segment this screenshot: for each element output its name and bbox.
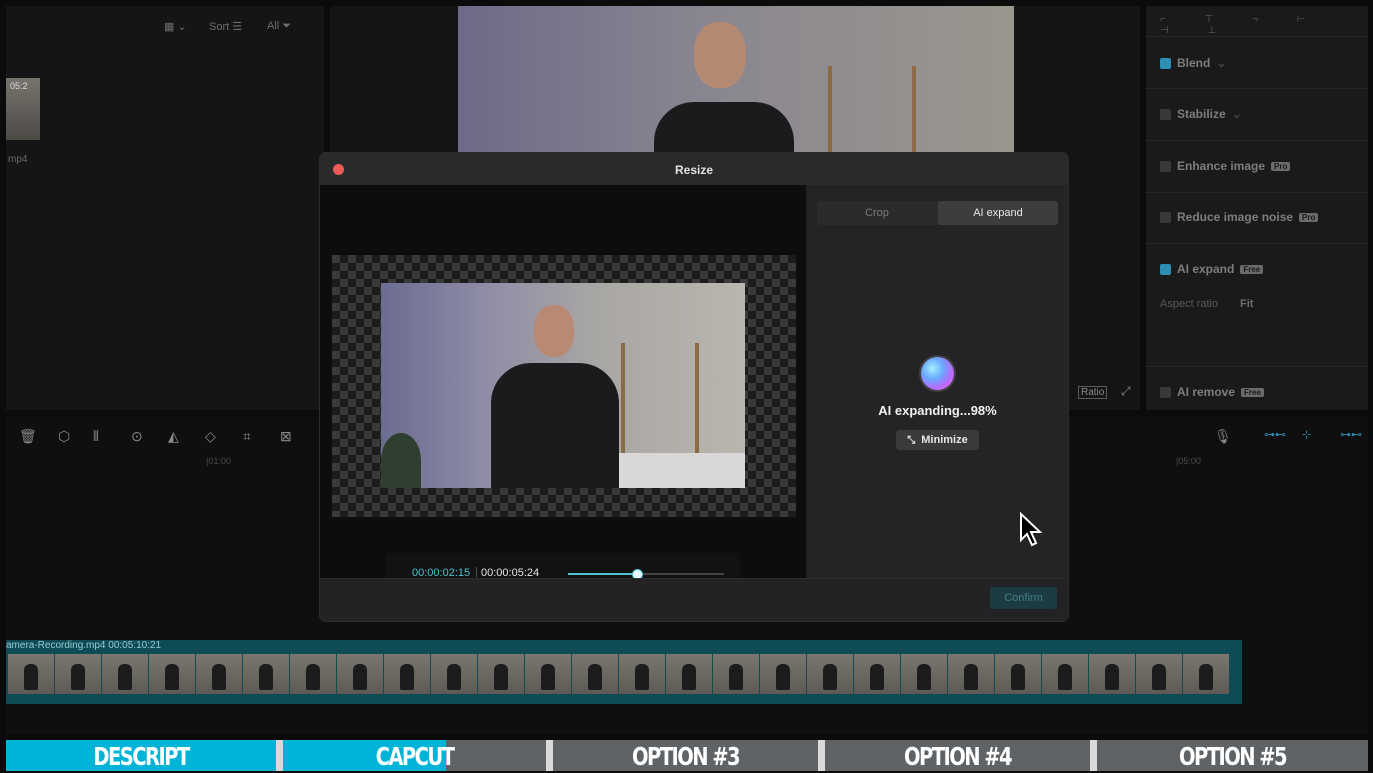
aspect-ratio-select[interactable]: Fit [1240, 298, 1253, 310]
free-badge: Free [1241, 387, 1264, 397]
delete-icon[interactable]: 🗑 [19, 428, 37, 445]
all-filter-label: All [267, 20, 280, 32]
link-clips-icon[interactable]: ⊶⊷ [1264, 428, 1286, 441]
transparent-canvas [332, 255, 796, 517]
reduce-noise-checkbox[interactable] [1160, 211, 1171, 223]
stabilize-checkbox[interactable] [1160, 108, 1171, 120]
time-separator: | [475, 566, 478, 578]
option-descript: DESCRIPT [93, 742, 190, 771]
timeline-marker: |01:00 [206, 456, 231, 466]
ai-remove-label: AI remove [1177, 385, 1236, 399]
shelf [621, 343, 699, 453]
rotate-icon[interactable]: ◇ [205, 428, 216, 445]
ai-expand-row[interactable]: AI expand Free [1160, 262, 1264, 276]
pro-badge: Pro [1271, 161, 1291, 171]
minimize-icon: ⤡ [907, 434, 916, 446]
snap-icon[interactable]: ⊹ [1302, 428, 1311, 441]
option-separator [276, 740, 283, 771]
desk [611, 453, 745, 488]
view-toggle-icon[interactable]: ▦ ⌄ [164, 20, 187, 33]
minimize-label: Minimize [921, 434, 968, 446]
media-panel: ▦ ⌄ Sort ☰ All ⏷ 05:2 mp4 [6, 6, 324, 410]
media-thumbnail-duration: 05:2 [10, 81, 28, 91]
ai-expand-label: AI expand [1177, 262, 1235, 276]
option-separator [818, 740, 825, 771]
confirm-button[interactable]: Confirm [990, 587, 1057, 609]
ai-expand-checkbox[interactable] [1160, 263, 1171, 275]
shield-icon[interactable]: ⬡ [58, 428, 70, 445]
sort-button[interactable]: Sort ☰ [209, 20, 242, 33]
preview-axis-icon[interactable]: ⊶⊷ [1340, 428, 1362, 441]
reverse-icon[interactable]: ⊙ [131, 428, 143, 445]
aspect-ratio-label: Aspect ratio [1160, 298, 1219, 310]
ai-orb-icon [921, 357, 954, 390]
ai-remove-row[interactable]: AI remove Free [1160, 385, 1264, 399]
resize-icon[interactable]: ⊠ [280, 428, 292, 445]
ratio-button[interactable]: Ratio [1078, 386, 1108, 399]
mirror-icon[interactable]: ◭ [168, 428, 179, 445]
option-separator [1090, 740, 1097, 771]
timeline-marker: |05:00 [1176, 456, 1201, 466]
option-separator [546, 740, 553, 771]
tab-crop[interactable]: Crop [817, 201, 937, 225]
tab-ai-expand[interactable]: AI expand [938, 201, 1058, 225]
option-5: OPTION #5 [1179, 742, 1288, 771]
stabilize-label: Stabilize [1177, 107, 1226, 121]
ai-remove-checkbox[interactable] [1160, 386, 1171, 398]
enhance-image-checkbox[interactable] [1160, 160, 1171, 172]
person-head [534, 305, 574, 357]
preview-person-head [694, 22, 746, 88]
preview-video [458, 6, 1014, 153]
option-capcut: CAPCUT [375, 742, 455, 771]
preview-pane: 00:00:02:15 | 00:00:05:24 [320, 185, 806, 597]
preview-shelf [828, 66, 916, 153]
media-thumbnail-name: mp4 [8, 154, 28, 165]
enhance-image-row[interactable]: Enhance image Pro [1160, 159, 1291, 173]
microphone-icon[interactable]: 🎙 [1214, 428, 1232, 445]
enhance-image-label: Enhance image [1177, 159, 1266, 173]
plant [381, 433, 421, 488]
minimize-button[interactable]: ⤡ Minimize [896, 430, 979, 450]
person-body [491, 363, 619, 488]
dialog-title: Resize [674, 163, 714, 177]
scrub-progress [568, 573, 637, 575]
pro-badge: Pro [1299, 212, 1319, 222]
blend-checkbox[interactable] [1160, 57, 1171, 69]
option-bar: DESCRIPT CAPCUT OPTION #3 OPTION #4 OPTI… [6, 740, 1368, 771]
resize-dialog: Resize 00:00:02:15 | 00:00:05:24 Crop AI… [320, 153, 1068, 621]
reduce-noise-row[interactable]: Reduce image noise Pro [1160, 210, 1319, 224]
mouse-cursor-icon [1020, 512, 1043, 547]
clip-label: amera-Recording.mp4 00:05:10:21 [6, 640, 162, 651]
dialog-footer: Confirm [320, 578, 1068, 621]
freeze-frame-icon[interactable]: ⫴ [93, 428, 99, 445]
video-preview [381, 283, 745, 488]
ai-progress-status: AI expanding...98% [878, 403, 997, 418]
all-filter-button[interactable]: All ⏷ [267, 20, 291, 33]
blend-row[interactable]: Blend ⌄ [1160, 56, 1226, 70]
timeline-clip[interactable] [6, 640, 1242, 704]
reduce-noise-label: Reduce image noise [1177, 210, 1294, 224]
align-icons: ⌐ ⊤ ¬ ⊢ ⊣ ⊥ [1160, 14, 1324, 36]
preview-person-body [654, 102, 794, 153]
blend-label: Blend [1177, 56, 1211, 70]
mode-tabs: Crop AI expand [817, 201, 1058, 225]
stabilize-row[interactable]: Stabilize ⌄ [1160, 107, 1242, 121]
crop-icon[interactable]: ⌗ [243, 428, 251, 445]
fullscreen-icon[interactable]: ⤢ [1121, 384, 1131, 399]
option-3: OPTION #3 [632, 742, 741, 771]
sort-label: Sort [209, 21, 230, 33]
properties-panel: ⌐ ⊤ ¬ ⊢ ⊣ ⊥ Blend ⌄ Stabilize ⌄ Enhance im… [1146, 6, 1368, 410]
free-badge: Free [1240, 264, 1264, 274]
option-4: OPTION #4 [904, 742, 1013, 771]
